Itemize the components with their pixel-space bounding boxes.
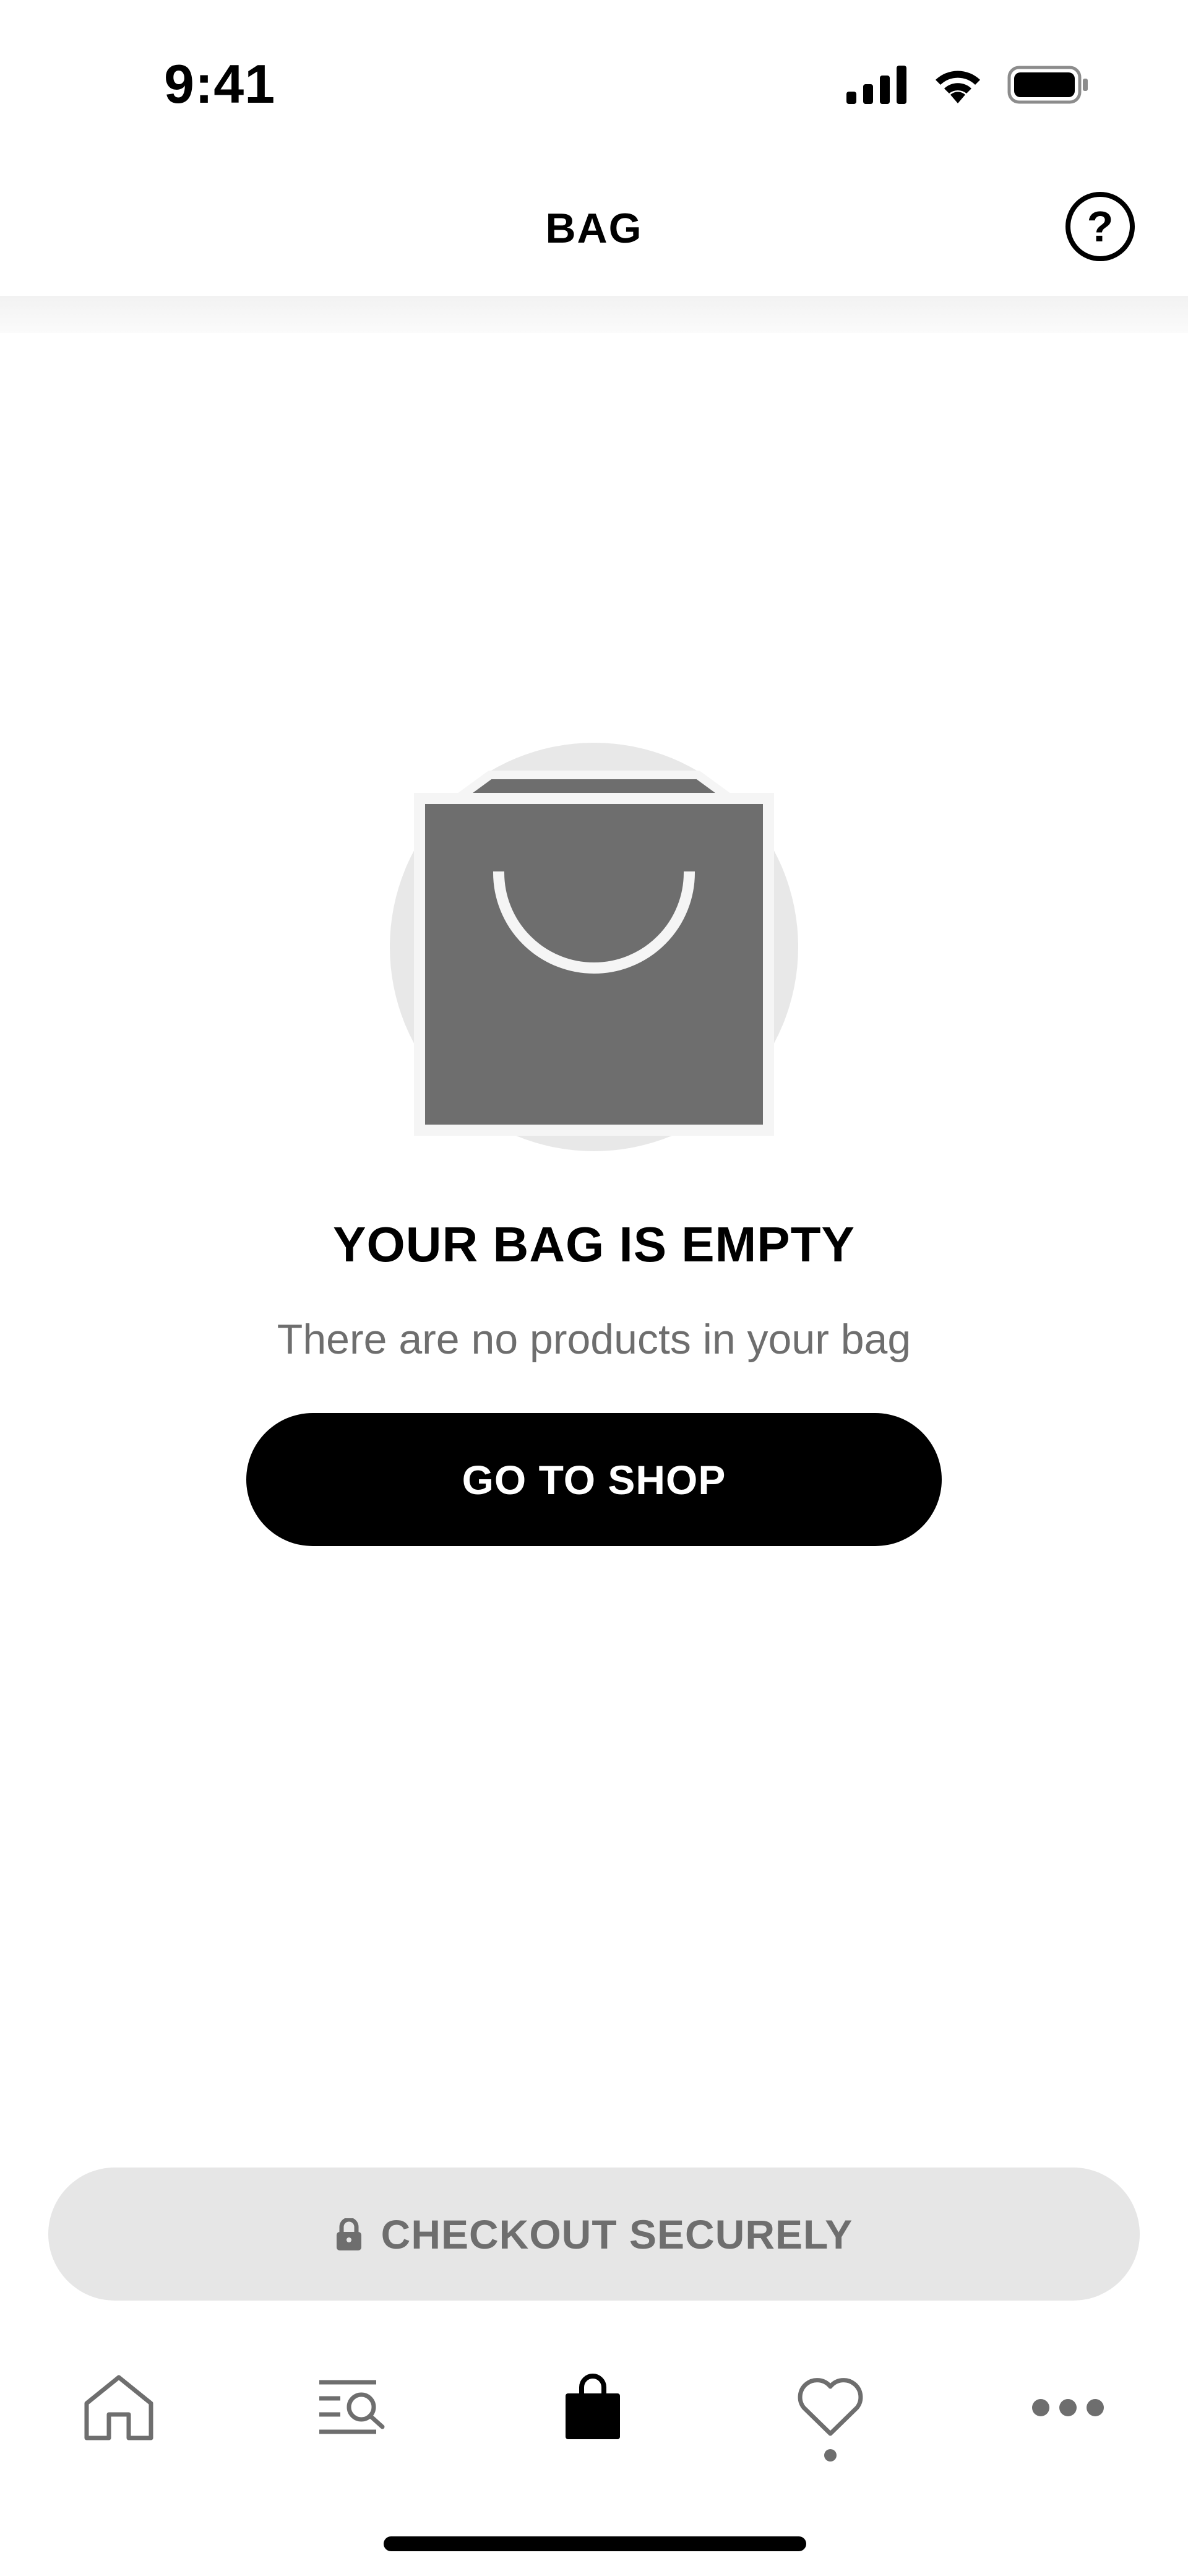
bag-icon (566, 2374, 620, 2439)
status-bar: 9:41 (0, 0, 1188, 161)
tab-search[interactable] (303, 2358, 402, 2457)
empty-title: YOUR BAG IS EMPTY (333, 1217, 855, 1272)
tab-wishlist[interactable] (781, 2358, 880, 2457)
tab-bag[interactable] (543, 2358, 642, 2457)
go-to-shop-label: GO TO SHOP (462, 1456, 726, 1503)
help-button[interactable]: ? (1065, 192, 1135, 261)
page-title: BAG (545, 205, 643, 252)
tab-bar (0, 2340, 1188, 2494)
status-time: 9:41 (164, 53, 276, 115)
heart-icon (798, 2378, 863, 2436)
more-icon (1032, 2399, 1104, 2416)
question-circle-icon: ? (1087, 202, 1114, 251)
lock-icon (336, 2218, 361, 2250)
tab-home[interactable] (69, 2358, 168, 2457)
checkout-label: CHECKOUT SECURELY (381, 2211, 853, 2257)
tab-more[interactable] (1018, 2358, 1117, 2457)
empty-subtitle: There are no products in your bag (277, 1316, 911, 1363)
shopping-bag-icon (390, 743, 798, 1151)
home-indicator[interactable] (384, 2536, 806, 2551)
search-menu-icon (319, 2380, 385, 2434)
home-icon (84, 2375, 153, 2440)
go-to-shop-button[interactable]: GO TO SHOP (246, 1413, 942, 1546)
header-divider (0, 296, 1188, 333)
checkout-button[interactable]: CHECKOUT SECURELY (48, 2168, 1140, 2301)
header: BAG (0, 161, 1188, 297)
cellular-signal-icon (846, 66, 906, 104)
battery-icon (1007, 66, 1088, 104)
wifi-icon (936, 71, 980, 103)
wishlist-indicator-dot (824, 2449, 837, 2461)
status-icons (846, 65, 1089, 105)
